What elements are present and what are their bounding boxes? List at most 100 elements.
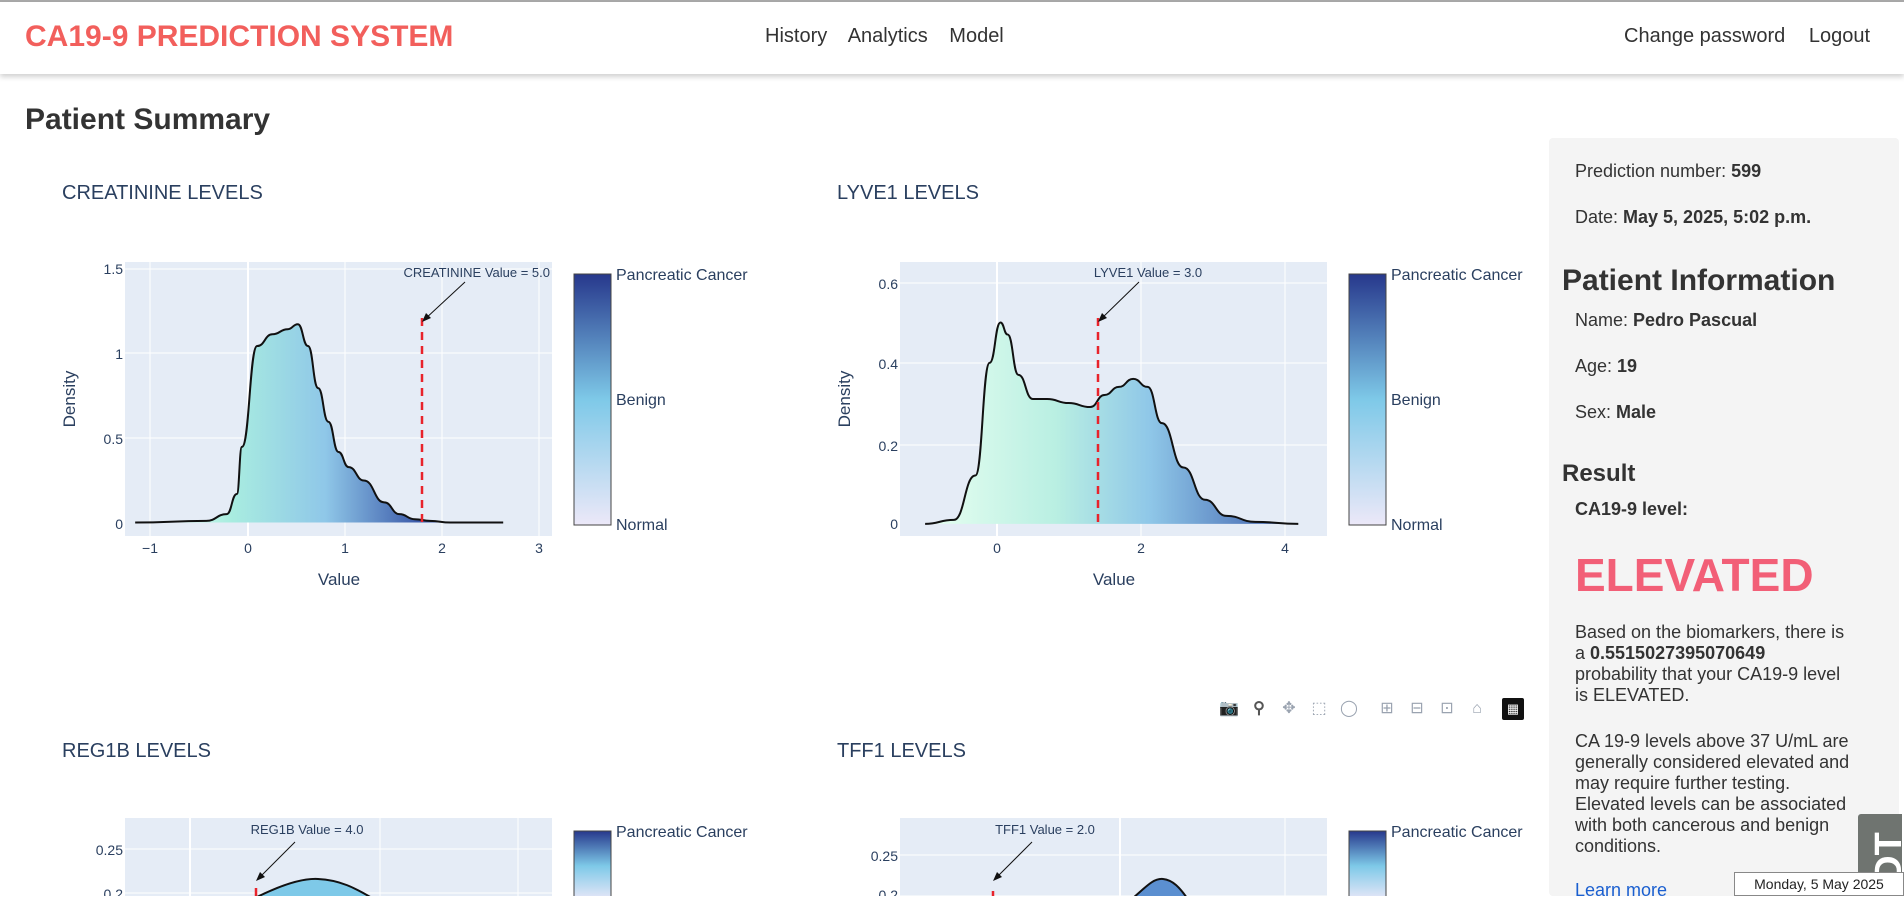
y-tick: 0.2 (879, 438, 899, 454)
colorbar-top-label: Pancreatic Cancer (616, 824, 748, 841)
reset-axes-icon[interactable]: ⌂ (1466, 698, 1488, 720)
patient-name: Name: Pedro Pascual (1575, 310, 1757, 331)
date-value: May 5, 2025, 5:02 p.m. (1623, 207, 1812, 227)
plot-title: LYVE1 LEVELS (837, 182, 979, 204)
date-tooltip: Monday, 5 May 2025 (1734, 872, 1904, 896)
learn-more-link[interactable]: Learn more (1575, 880, 1667, 901)
annotation-label: CREATININE Value = 5.0 (403, 265, 550, 280)
prediction-value: 599 (1731, 161, 1762, 181)
zoom-out-icon[interactable]: ⊟ (1406, 698, 1428, 720)
camera-icon[interactable]: 📷 (1218, 698, 1240, 720)
x-axis-label: Value (1093, 570, 1135, 589)
logout-link[interactable]: Logout (1809, 25, 1870, 47)
annotation-label: TFF1 Value = 2.0 (995, 822, 1095, 837)
zoom-in-icon[interactable]: ⊞ (1376, 698, 1398, 720)
main-nav: History Analytics Model (765, 25, 1020, 48)
x-tick: 4 (1281, 540, 1289, 556)
page-title: Patient Summary (25, 103, 271, 136)
age-label: Age: (1575, 356, 1618, 376)
lyve1-plot: LYVE1 LEVELS LYVE1 Value = 3.0 0 0.2 0.4… (835, 182, 1523, 589)
result-status: ELEVATED (1575, 549, 1814, 601)
x-axis-label: Value (318, 570, 360, 589)
account-nav: Change password Logout (1606, 25, 1870, 48)
plot-toolbar: 📷 ⚲ ✥ ⬚ ◯ ⊞ ⊟ ⊡ ⌂ ▦ (1218, 697, 1532, 721)
nav-history-link[interactable]: History (765, 25, 827, 47)
creatinine-plot: CREATININE LEVELS CREATININE Value = 5.0… (60, 182, 748, 589)
y-axis-label: Density (60, 370, 79, 427)
plot-title: CREATININE LEVELS (62, 182, 263, 204)
x-tick: −1 (142, 540, 158, 556)
change-password-link[interactable]: Change password (1624, 25, 1785, 47)
date-label: Date: (1575, 207, 1624, 227)
plot-title: TFF1 LEVELS (837, 740, 966, 762)
lasso-select-icon[interactable]: ◯ (1338, 698, 1360, 720)
prediction-number: Prediction number: 599 (1575, 161, 1761, 182)
nav-analytics-link[interactable]: Analytics (848, 25, 928, 47)
probability-text: Based on the biomarkers, there is a 0.55… (1575, 622, 1850, 706)
y-tick: 1.5 (104, 261, 124, 277)
name-value: Pedro Pascual (1633, 310, 1758, 330)
colorbar (1348, 830, 1387, 896)
x-tick-labels: −1 0 1 2 3 (142, 540, 543, 556)
box-select-icon[interactable]: ⬚ (1308, 698, 1330, 720)
prediction-date: Date: May 5, 2025, 5:02 p.m. (1575, 207, 1811, 228)
y-tick-labels: 0 0.2 0.4 0.6 (879, 276, 899, 532)
patient-sex: Sex: Male (1575, 402, 1656, 423)
ca-level-label: CA19-9 level: (1575, 499, 1689, 519)
info-text: CA 19-9 levels above 37 U/mL are general… (1575, 731, 1850, 856)
y-tick: 0.25 (96, 842, 123, 858)
y-tick: 0.2 (104, 886, 124, 896)
y-tick: 0.25 (871, 848, 898, 864)
x-tick: 1 (341, 540, 349, 556)
patient-info-heading: Patient Information (1562, 264, 1836, 297)
zoom-icon[interactable]: ⚲ (1248, 698, 1270, 720)
navbar: CA19-9 PREDICTION SYSTEM History Analyti… (0, 2, 1904, 74)
probability-value: 0.5515027395070649 (1590, 643, 1766, 663)
x-tick: 0 (244, 540, 252, 556)
reg1b-plot: REG1B LEVELS REG1B Value = 4.0 0.25 0.2 … (62, 740, 748, 896)
colorbar (1348, 273, 1387, 526)
autoscale-icon[interactable]: ⊡ (1436, 698, 1458, 720)
x-tick-labels: 0 2 4 (993, 540, 1289, 556)
sex-value: Male (1616, 402, 1657, 422)
result-heading: Result (1562, 460, 1636, 487)
tff1-plot: TFF1 LEVELS TFF1 Value = 2.0 0.25 0.2 Pa… (837, 740, 1523, 896)
colorbar-mid-label: Benign (1391, 392, 1441, 409)
sex-label: Sex: (1575, 402, 1617, 422)
patient-age: Age: 19 (1575, 356, 1637, 377)
colorbar-mid-label: Benign (616, 392, 666, 409)
plot-title: REG1B LEVELS (62, 740, 211, 762)
name-label: Name: (1575, 310, 1634, 330)
y-tick: 0 (890, 516, 898, 532)
annotation-label: LYVE1 Value = 3.0 (1094, 265, 1202, 280)
prediction-label: Prediction number: (1575, 161, 1732, 181)
nav-model-link[interactable]: Model (949, 25, 1003, 47)
y-tick-labels: 0 0.5 1 1.5 (104, 261, 124, 532)
y-tick: 0 (115, 516, 123, 532)
y-axis-label: Density (835, 370, 854, 427)
plotly-logo-icon[interactable]: ▦ (1502, 698, 1524, 720)
y-tick: 0.6 (879, 276, 899, 292)
y-tick: 0.4 (879, 356, 899, 372)
colorbar-bottom-label: Normal (1391, 517, 1443, 534)
annotation-label: REG1B Value = 4.0 (251, 822, 364, 837)
colorbar-bottom-label: Normal (616, 517, 668, 534)
colorbar-top-label: Pancreatic Cancer (616, 267, 748, 284)
y-tick: 1 (115, 346, 123, 362)
brand-title[interactable]: CA19-9 PREDICTION SYSTEM (25, 20, 453, 54)
plot-area (900, 818, 1327, 896)
age-value: 19 (1617, 356, 1638, 376)
x-tick: 3 (535, 540, 543, 556)
x-tick: 2 (438, 540, 446, 556)
colorbar-top-label: Pancreatic Cancer (1391, 824, 1523, 841)
x-tick: 0 (993, 540, 1001, 556)
probability-suffix: probability that your CA19-9 level is EL… (1575, 664, 1841, 705)
y-tick: 0.5 (104, 431, 124, 447)
colorbar-top-label: Pancreatic Cancer (1391, 267, 1523, 284)
colorbar (573, 830, 612, 896)
y-tick: 0.2 (879, 887, 899, 896)
x-tick: 2 (1137, 540, 1145, 556)
pan-icon[interactable]: ✥ (1278, 698, 1300, 720)
patient-sidebar: Prediction number: 599 Date: May 5, 2025… (1549, 138, 1899, 900)
colorbar (573, 273, 612, 526)
